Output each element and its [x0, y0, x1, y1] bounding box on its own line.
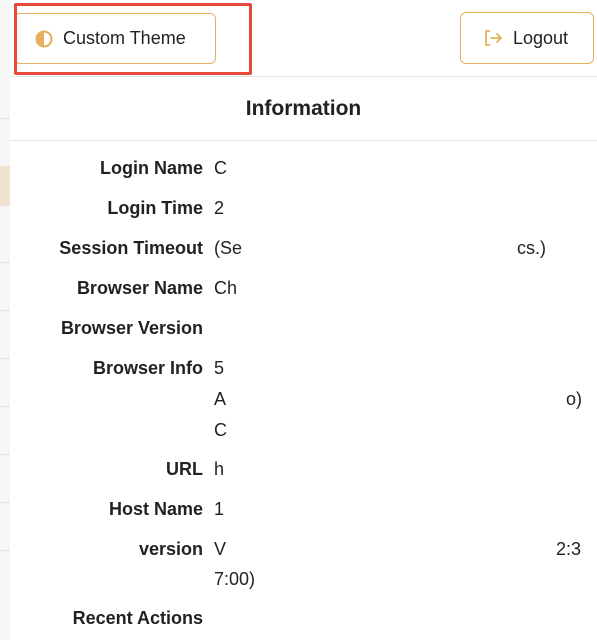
custom-theme-button[interactable]: Custom Theme [14, 13, 216, 64]
row-value: V [214, 539, 227, 559]
row-key: Browser Name [76, 278, 203, 298]
logout-label: Logout [513, 27, 569, 48]
panel-title: Information [10, 77, 597, 141]
row-value: 1 [214, 499, 225, 519]
row-key: URL [166, 459, 203, 479]
half-circle-icon [35, 30, 53, 47]
top-bar: Custom Theme Logout [10, 0, 597, 77]
row-key: Login Name [99, 158, 203, 178]
row-key: Recent Actions [72, 608, 203, 628]
row-value: 5 [214, 358, 225, 378]
row-value: 2 [214, 198, 225, 218]
row-key: Host Name [108, 499, 203, 519]
row-value: C [214, 158, 227, 178]
row-value: h [214, 459, 225, 479]
row-key: Browser Version [60, 318, 203, 338]
row-value: 7:00) [214, 569, 256, 589]
row-value-tail: 2:3 [556, 539, 582, 559]
row-value-tail: cs.) [517, 238, 546, 258]
row-value-tail: o) [566, 389, 583, 409]
row-key: version [138, 539, 203, 559]
row-value: Ch [214, 278, 238, 298]
information-panel: Information Login Name C Login Time 2 Se… [10, 77, 597, 640]
row-value: A [214, 389, 227, 409]
logout-button[interactable]: Logout [460, 12, 594, 64]
row-key: Login Time [107, 198, 203, 218]
row-key: Browser Info [92, 358, 203, 378]
row-value: C [214, 420, 227, 440]
custom-theme-label: Custom Theme [63, 28, 186, 48]
row-key: Session Timeout [59, 238, 203, 258]
logout-arrow-icon [485, 30, 502, 46]
